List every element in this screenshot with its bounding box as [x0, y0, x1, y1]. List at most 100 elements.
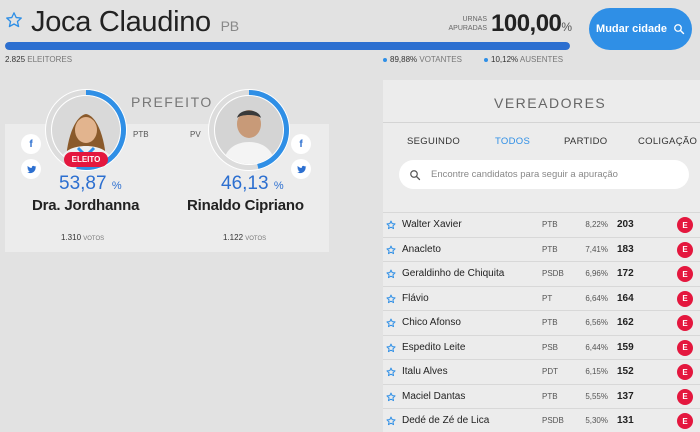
candidate-1-percentage: 53,87 % [59, 173, 122, 195]
candidate-votes: 203 [617, 219, 634, 230]
candidate-party: PTB [542, 244, 558, 254]
candidate-2-photo [215, 96, 283, 164]
elected-badge: E [677, 266, 693, 282]
votantes-value: 89,88% [390, 55, 418, 64]
candidate-votes: 137 [617, 390, 634, 402]
tab-partido[interactable]: PARTIDO [564, 136, 607, 147]
votantes-stat: 89,88% VOTANTES [383, 55, 462, 64]
favorite-star-icon[interactable] [386, 318, 396, 328]
candidate-percentage: 6,15% [585, 367, 608, 376]
favorite-star-icon[interactable] [386, 294, 396, 304]
candidate-party: PT [542, 293, 553, 303]
candidate-1-votes-value: 1.310 [61, 233, 82, 242]
candidate-percentage: 8,22% [585, 220, 608, 229]
candidate-1-votes: 1.310 VOTOS [61, 233, 104, 242]
candidate-name[interactable]: Flávio [402, 293, 429, 304]
candidate-search[interactable] [399, 160, 689, 189]
favorite-star-icon[interactable] [386, 416, 396, 426]
eleitores-stat: 2.825 ELEITORES [5, 55, 72, 64]
elected-badge: E [677, 339, 693, 356]
candidate-name[interactable]: Anacleto [402, 244, 441, 255]
tab-seguindo[interactable]: SEGUINDO [407, 136, 460, 147]
candidate-name[interactable]: Maciel Dantas [402, 391, 465, 402]
favorite-star-icon[interactable] [386, 367, 396, 377]
candidate-votes: 131 [617, 415, 634, 426]
elected-badge: E [677, 315, 693, 331]
list-item[interactable]: Espedito Leite PSB 6,44% 159 E [383, 334, 700, 359]
candidate-search-input[interactable] [431, 169, 671, 180]
urnas-unit: % [561, 20, 572, 34]
candidate-name[interactable]: Walter Xavier [402, 219, 462, 230]
candidate-percentage: 6,64% [585, 293, 608, 303]
candidate-votes: 172 [617, 268, 634, 279]
change-city-label: Mudar cidade [596, 23, 667, 35]
search-icon [674, 24, 685, 35]
candidate-name[interactable]: Geraldinho de Chiquita [402, 268, 504, 279]
eleitores-label: ELEITORES [27, 55, 73, 64]
urnas-progress-bar [5, 42, 570, 50]
list-item[interactable]: Geraldinho de Chiquita PSDB 6,96% 172 E [383, 261, 700, 286]
elected-badge: E [677, 413, 693, 429]
candidate-party: PSDB [542, 269, 564, 278]
vereadores-panel: VEREADORES SEGUINDO TODOS PARTIDO COLIGA… [383, 80, 700, 432]
tab-todos[interactable]: TODOS [495, 136, 530, 147]
candidate-1-name[interactable]: Dra. Jordhanna [32, 197, 139, 214]
candidate-name[interactable]: Espedito Leite [402, 342, 465, 353]
favorite-star-icon[interactable] [386, 245, 396, 255]
candidate-party: PSB [542, 342, 559, 352]
candidate-2-pct-value: 46,13 [221, 173, 269, 194]
ausentes-stat: 10,12% AUSENTES [484, 55, 563, 64]
candidate-votes: 183 [617, 243, 634, 255]
list-item[interactable]: Maciel Dantas PTB 5,55% 137 E [383, 383, 700, 408]
candidate-2-votes-label: VOTOS [245, 236, 267, 242]
ausentes-value: 10,12% [491, 55, 519, 64]
city-title: Joca Claudino PB [31, 6, 239, 39]
favorite-star-icon[interactable] [386, 269, 396, 279]
candidate-2-votes: 1.122 VOTOS [223, 233, 266, 242]
candidate-party: PSDB [542, 416, 564, 425]
urnas-label: URNAS APURADAS [441, 15, 487, 33]
dot-icon [484, 57, 488, 62]
candidate-2-avatar[interactable] [208, 89, 290, 171]
candidate-1-pct-value: 53,87 [59, 173, 107, 194]
urnas-label-line1: URNAS [462, 16, 487, 23]
list-item[interactable]: Italu Alves PDT 6,15% 152 E [383, 359, 700, 384]
candidate-percentage: 6,96% [585, 269, 608, 278]
candidate-party: PDT [542, 367, 558, 376]
votantes-label: VOTANTES [419, 55, 462, 64]
urnas-value: 100,00 [491, 10, 562, 37]
facebook-icon[interactable]: f [21, 134, 41, 154]
city-name: Joca Claudino [31, 6, 211, 38]
vereadores-list: Walter Xavier PTB 8,22% 203 E Anacleto PTB 7,41… [383, 212, 700, 432]
change-city-button[interactable]: Mudar cidade [589, 8, 692, 50]
twitter-icon[interactable] [291, 159, 311, 179]
favorite-star-icon[interactable] [5, 11, 23, 29]
favorite-star-icon[interactable] [386, 220, 396, 230]
candidate-percentage: 5,55% [585, 391, 608, 401]
candidate-name[interactable]: Dedé de Zé de Lica [402, 415, 489, 426]
urnas-progress-fill [5, 42, 570, 50]
twitter-icon[interactable] [21, 159, 41, 179]
candidate-party: PTB [542, 220, 558, 229]
candidate-name[interactable]: Chico Afonso [402, 317, 461, 328]
list-item[interactable]: Chico Afonso PTB 6,56% 162 E [383, 310, 700, 335]
search-icon [410, 169, 421, 180]
list-item[interactable]: Anacleto PTB 7,41% 183 E [383, 236, 700, 261]
elected-badge: E [677, 364, 693, 380]
list-item[interactable]: Dedé de Zé de Lica PSDB 5,30% 131 E [383, 408, 700, 432]
list-item[interactable]: Walter Xavier PTB 8,22% 203 E [383, 212, 700, 237]
favorite-star-icon[interactable] [386, 343, 396, 353]
urnas-percentage: 100,00% [491, 10, 572, 38]
candidate-2-name[interactable]: Rinaldo Cipriano [187, 197, 304, 214]
candidate-2-percentage: 46,13 % [221, 173, 284, 195]
facebook-icon[interactable]: f [291, 134, 311, 154]
urnas-label-line2: APURADAS [448, 25, 487, 32]
list-item[interactable]: Flávio PT 6,64% 164 E [383, 285, 700, 310]
candidate-name[interactable]: Italu Alves [402, 366, 448, 377]
favorite-star-icon[interactable] [386, 392, 396, 402]
candidate-percentage: 6,56% [585, 318, 608, 327]
candidate-percentage: 5,30% [585, 416, 608, 425]
ausentes-label: AUSENTES [519, 55, 564, 64]
candidate-1-party: PTB [133, 130, 149, 139]
tab-coligacao[interactable]: COLIGAÇÃO [638, 136, 697, 147]
